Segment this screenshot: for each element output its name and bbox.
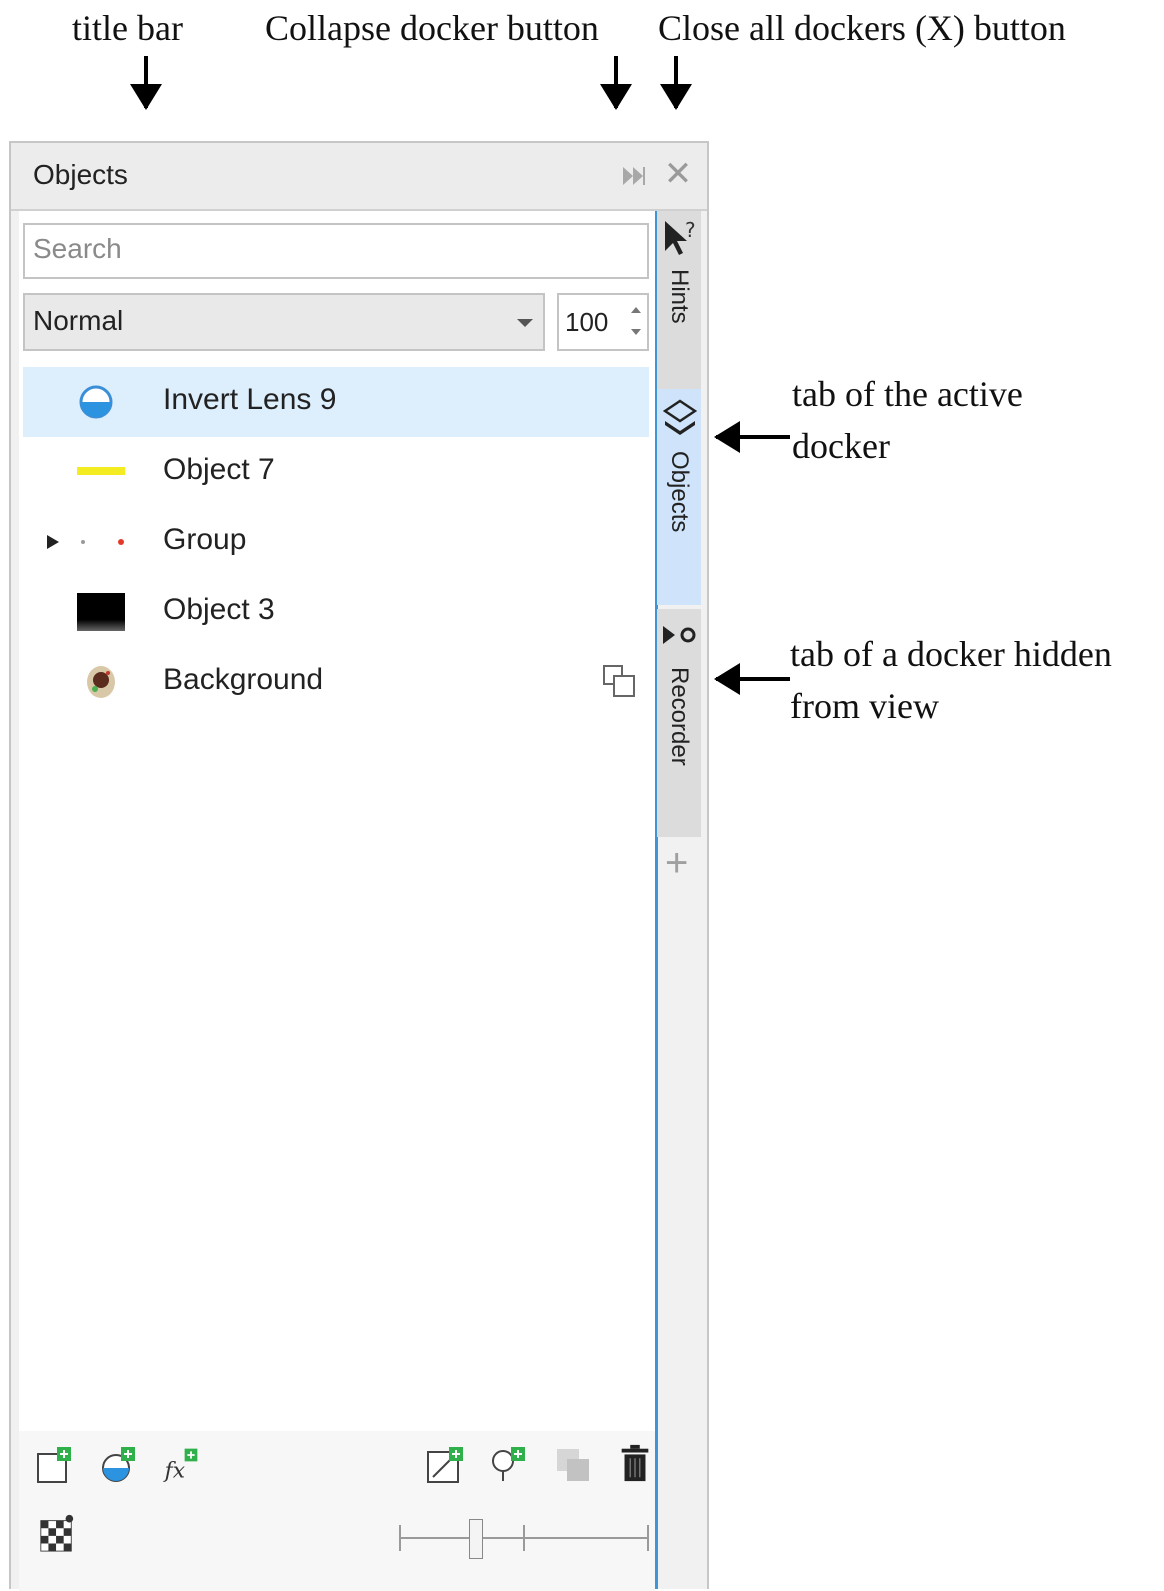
cursor-question-icon: ? [665,218,696,255]
new-effect-icon[interactable]: fx [161,1445,201,1485]
tab-label: Objects [666,451,693,533]
opacity-stepper[interactable]: 100 [557,293,649,351]
objects-panel: Search Normal 100 Invert Lens 9 Object 7 [19,211,658,1591]
arrow-collapse-button [600,56,632,110]
blend-mode-select[interactable]: Normal [23,293,545,351]
callout-hidden-tab-1: tab of a docker hidden [790,634,1112,674]
new-symbol-icon[interactable] [489,1445,529,1485]
arrow-title-bar [130,56,162,110]
object-row-object-7[interactable]: Object 7 [23,437,649,507]
dropdown-arrow-icon [517,319,533,327]
svg-text:?: ? [685,218,696,242]
close-all-dockers-button[interactable]: ✕ [661,157,695,191]
slider-tick [399,1525,401,1551]
object-row-group[interactable]: Group [23,507,649,577]
tab-label: Recorder [666,667,693,766]
thumbnail-size-slider[interactable] [399,1513,649,1563]
title-bar[interactable]: Objects ✕ [11,143,707,211]
layers-icon [663,399,697,435]
slider-tick [647,1525,649,1551]
docker-title: Objects [33,159,128,190]
arrow-active-tab [714,421,790,453]
object-row-invert-lens[interactable]: Invert Lens 9 [23,367,649,437]
checkerboard-icon[interactable] [37,1513,77,1553]
tab-objects[interactable]: Objects [657,389,701,605]
black-rect-thumbnail [77,593,125,631]
double-chevron-right-icon [623,167,645,185]
object-label: Invert Lens 9 [163,383,337,416]
callout-active-tab-1: tab of the active [792,374,1023,414]
callout-title-bar: title bar [72,8,183,48]
trash-icon[interactable] [615,1443,655,1483]
new-layer-icon[interactable] [35,1445,75,1485]
group-dots-thumbnail [81,539,124,545]
lens-icon [79,385,113,419]
callout-hidden-tab-2: from view [790,686,939,726]
background-thumbnail [87,666,115,698]
callout-collapse-button: Collapse docker button [265,8,599,48]
add-docker-tab-button[interactable]: + [665,843,688,883]
callout-active-tab-2: docker [792,426,890,466]
spin-up-icon[interactable] [631,307,641,313]
object-label: Background [163,663,324,696]
slider-thumb[interactable] [469,1519,483,1559]
arrow-hidden-tab [714,663,790,695]
object-label: Group [163,523,247,556]
tab-label: Hints [666,269,693,324]
objects-docker: Objects ✕ Search Normal 100 Invert Lens … [9,141,709,1591]
opacity-value: 100 [565,307,609,337]
spin-down-icon[interactable] [631,329,641,335]
tab-hints[interactable]: ? Hints [657,211,701,389]
expand-triangle-icon[interactable] [45,533,61,551]
page-layer-icon[interactable] [601,663,637,699]
arrow-close-button [660,56,692,110]
slider-tick [523,1525,525,1551]
record-icon [663,626,696,644]
object-label: Object 7 [163,453,275,486]
svg-text:fx: fx [163,1459,185,1484]
object-row-background[interactable]: Background [23,647,649,717]
object-label: Object 3 [163,593,275,626]
search-input[interactable]: Search [23,223,649,279]
duplicate-icon[interactable] [553,1445,593,1485]
collapse-docker-button[interactable] [617,161,651,191]
object-row-object-3[interactable]: Object 3 [23,577,649,647]
tab-recorder[interactable]: Recorder [657,609,701,837]
callout-close-button: Close all dockers (X) button [658,8,1066,48]
docker-tabs: ? Hints Objects Recorder + [655,211,707,1589]
close-icon: ✕ [663,155,693,193]
new-master-layer-icon[interactable] [425,1445,465,1485]
blend-mode-value: Normal [33,305,124,336]
new-lens-icon[interactable] [99,1445,139,1485]
yellow-line-thumbnail [77,467,125,475]
bottom-toolbar: fx [19,1431,655,1591]
